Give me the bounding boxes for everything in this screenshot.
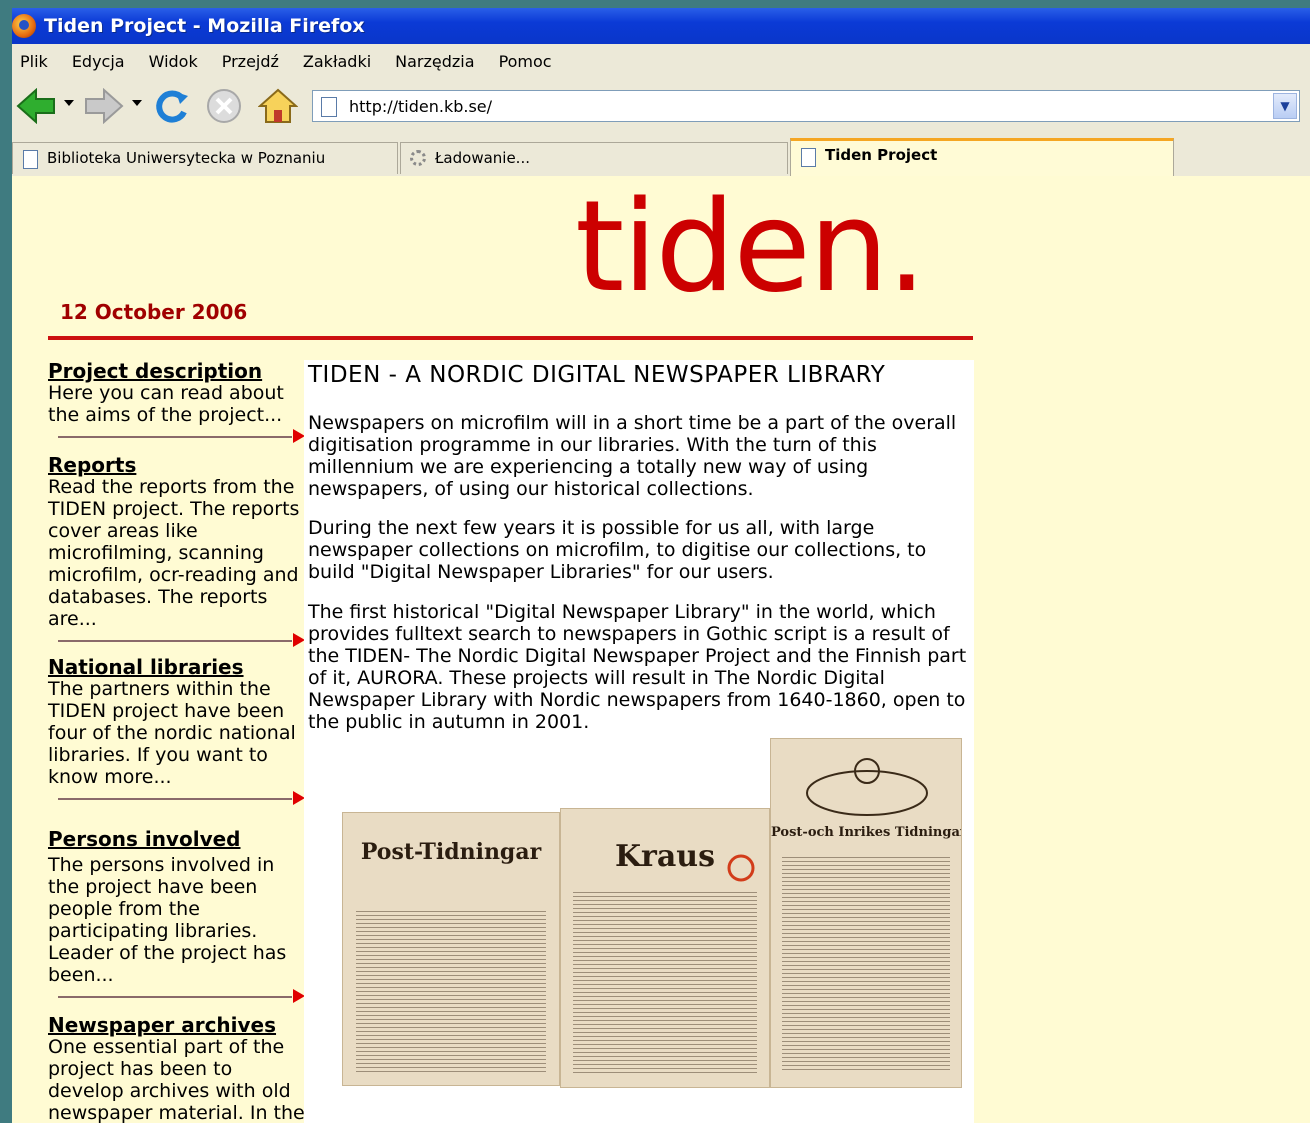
tab-bar: Biblioteka Uniwersytecka w Poznaniu Łado…	[12, 136, 1310, 177]
url-bar[interactable]: http://tiden.kb.se/ ▼	[312, 90, 1300, 122]
sidebar-text: The persons involved in the project have…	[48, 854, 287, 986]
paragraph-1: Newspapers on microfilm will in a short …	[308, 412, 957, 500]
tab-label: Ładowanie...	[435, 149, 530, 167]
site-logo[interactable]: tiden.	[575, 184, 927, 310]
sidebar-separator	[48, 986, 306, 1008]
page-icon	[801, 148, 816, 167]
reload-icon[interactable]	[152, 88, 192, 124]
page-icon	[23, 150, 38, 169]
sidebar-separator	[48, 788, 306, 810]
sidebar-text: Read the reports from the TIDEN project.…	[48, 476, 300, 630]
sidebar-link-project-description[interactable]: Project description	[48, 360, 306, 382]
main-content: TIDEN - A NORDIC DIGITAL NEWSPAPER LIBRA…	[304, 360, 974, 1123]
page-heading: TIDEN - A NORDIC DIGITAL NEWSPAPER LIBRA…	[308, 362, 886, 388]
sidebar-item-national-libraries: National libraries The partners within t…	[48, 656, 306, 788]
crest-icon	[806, 758, 928, 816]
paragraph-2: During the next few years it is possible…	[308, 517, 927, 583]
newspaper-image-kraus: Kraus	[560, 808, 770, 1088]
newspaper-image-post-tidningar: Post-Tidningar	[342, 812, 560, 1086]
url-text[interactable]: http://tiden.kb.se/	[349, 97, 492, 116]
sidebar-item-project-description: Project description Here you can read ab…	[48, 360, 306, 426]
menu-zakladki[interactable]: Zakładki	[303, 52, 371, 71]
page-icon	[321, 97, 337, 117]
forward-icon[interactable]	[84, 88, 124, 124]
tab-label: Tiden Project	[825, 146, 938, 164]
window-title: Tiden Project - Mozilla Firefox	[44, 15, 365, 37]
sidebar-text: The partners within the TIDEN project ha…	[48, 678, 296, 788]
tab-biblioteka[interactable]: Biblioteka Uniwersytecka w Poznaniu	[12, 142, 398, 174]
forward-dropdown-icon[interactable]	[132, 100, 142, 108]
menu-pomoc[interactable]: Pomoc	[499, 52, 552, 71]
sidebar-text: Here you can read about the aims of the …	[48, 382, 284, 426]
sidebar-link-reports[interactable]: Reports	[48, 454, 306, 476]
url-dropdown-icon[interactable]: ▼	[1273, 93, 1297, 119]
menu-narzedzia[interactable]: Narzędzia	[395, 52, 474, 71]
sidebar-separator	[48, 630, 306, 652]
tab-label: Biblioteka Uniwersytecka w Poznaniu	[47, 149, 326, 167]
back-icon[interactable]	[16, 88, 56, 124]
menu-plik[interactable]: Plik	[20, 52, 48, 71]
sidebar-item-persons-involved: Persons involved The persons involved in…	[48, 828, 306, 986]
menu-edycja[interactable]: Edycja	[72, 52, 125, 71]
header-divider	[48, 336, 973, 340]
paragraph-3: The first historical "Digital Newspaper …	[308, 601, 967, 733]
menu-widok[interactable]: Widok	[149, 52, 198, 71]
loading-icon	[410, 150, 426, 166]
newspaper-image-post-och-inrikes: Post-och Inrikes Tidningar	[770, 738, 962, 1088]
sidebar-separator	[48, 426, 306, 448]
web-page: tiden. 12 October 2006 Project descripti…	[12, 176, 1310, 1123]
newspaper-masthead: Post-Tidningar	[360, 839, 542, 865]
navigation-toolbar: http://tiden.kb.se/ ▼	[12, 78, 1310, 137]
sidebar-item-reports: Reports Read the reports from the TIDEN …	[48, 454, 306, 630]
back-dropdown-icon[interactable]	[64, 100, 74, 108]
home-icon[interactable]	[258, 88, 298, 124]
newspaper-masthead: Post-och Inrikes Tidningar	[771, 825, 962, 840]
tab-tiden-project[interactable]: Tiden Project	[790, 138, 1174, 176]
tab-loading[interactable]: Ładowanie...	[400, 142, 788, 174]
sidebar-text: One essential part of the project has be…	[48, 1036, 305, 1123]
title-bar: Tiden Project - Mozilla Firefox	[12, 8, 1310, 44]
sidebar-item-newspaper-archives: Newspaper archives One essential part of…	[48, 1014, 306, 1123]
stop-icon[interactable]	[206, 88, 242, 124]
stamp-icon	[727, 854, 755, 882]
sidebar-link-national-libraries[interactable]: National libraries	[48, 656, 306, 678]
firefox-icon	[12, 14, 36, 38]
menu-bar: Plik Edycja Widok Przejdź Zakładki Narzę…	[12, 44, 1310, 79]
menu-przejdz[interactable]: Przejdź	[222, 52, 279, 71]
sidebar-link-newspaper-archives[interactable]: Newspaper archives	[48, 1014, 306, 1036]
page-date: 12 October 2006	[60, 300, 248, 324]
sidebar: Project description Here you can read ab…	[48, 360, 306, 1123]
sidebar-link-persons-involved[interactable]: Persons involved	[48, 828, 306, 850]
browser-window: Tiden Project - Mozilla Firefox Plik Edy…	[12, 8, 1310, 1123]
